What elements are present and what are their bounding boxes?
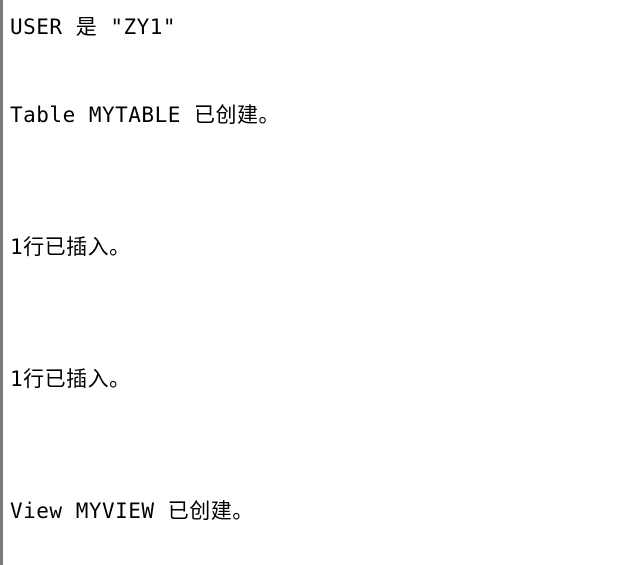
output-line-table-created: Table MYTABLE 已创建。 — [10, 103, 281, 127]
sql-output-console: USER 是 "ZY1" Table MYTABLE 已创建。 1行已插入。 1… — [0, 0, 634, 565]
output-line-user: USER 是 "ZY1" — [10, 15, 177, 39]
output-line-row-inserted: 1行已插入。 — [10, 235, 131, 259]
output-line-row-inserted: 1行已插入。 — [10, 367, 131, 391]
output-line-view-created: View MYVIEW 已创建。 — [10, 499, 254, 523]
